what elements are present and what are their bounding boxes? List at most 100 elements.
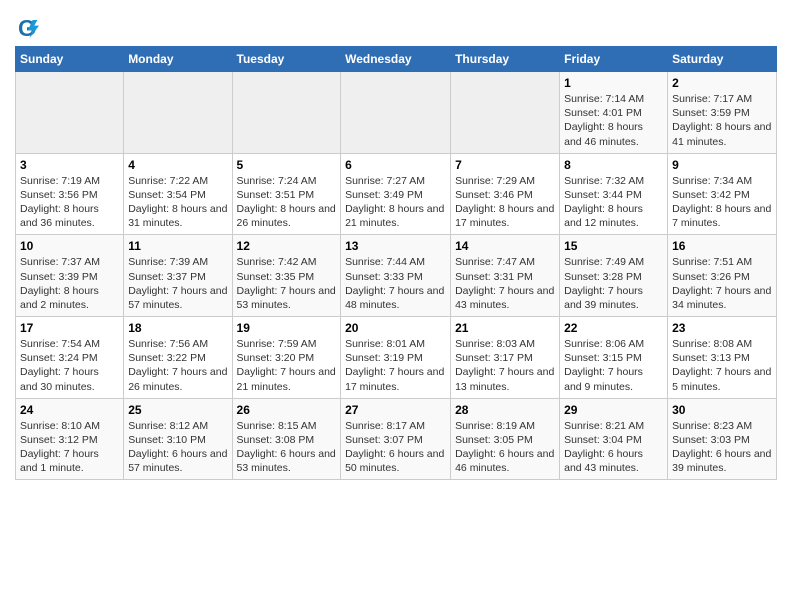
day-cell: 9 Sunrise: 7:34 AM Sunset: 3:42 PM Daylig… (668, 153, 777, 235)
week-row-3: 10 Sunrise: 7:37 AM Sunset: 3:39 PM Dayli… (16, 235, 777, 317)
weekday-header-thursday: Thursday (451, 47, 560, 72)
day-info: Sunrise: 7:14 AM Sunset: 4:01 PM Dayligh… (564, 92, 663, 149)
day-number: 28 (455, 403, 555, 417)
day-cell: 24 Sunrise: 8:10 AM Sunset: 3:12 PM Dayli… (16, 398, 124, 480)
day-number: 30 (672, 403, 772, 417)
day-info: Sunrise: 7:44 AM Sunset: 3:33 PM Dayligh… (345, 255, 446, 312)
weekday-header-monday: Monday (124, 47, 232, 72)
day-number: 16 (672, 239, 772, 253)
day-cell (124, 72, 232, 154)
day-cell: 26 Sunrise: 8:15 AM Sunset: 3:08 PM Dayli… (232, 398, 341, 480)
day-info: Sunrise: 8:15 AM Sunset: 3:08 PM Dayligh… (237, 419, 337, 476)
day-info: Sunrise: 7:47 AM Sunset: 3:31 PM Dayligh… (455, 255, 555, 312)
day-cell (232, 72, 341, 154)
day-cell: 1 Sunrise: 7:14 AM Sunset: 4:01 PM Daylig… (560, 72, 668, 154)
day-info: Sunrise: 7:42 AM Sunset: 3:35 PM Dayligh… (237, 255, 337, 312)
day-cell (341, 72, 451, 154)
day-number: 19 (237, 321, 337, 335)
day-info: Sunrise: 8:19 AM Sunset: 3:05 PM Dayligh… (455, 419, 555, 476)
weekday-header-sunday: Sunday (16, 47, 124, 72)
day-info: Sunrise: 7:59 AM Sunset: 3:20 PM Dayligh… (237, 337, 337, 394)
day-number: 9 (672, 158, 772, 172)
day-number: 26 (237, 403, 337, 417)
week-row-1: 1 Sunrise: 7:14 AM Sunset: 4:01 PM Daylig… (16, 72, 777, 154)
day-info: Sunrise: 8:10 AM Sunset: 3:12 PM Dayligh… (20, 419, 119, 476)
day-info: Sunrise: 7:19 AM Sunset: 3:56 PM Dayligh… (20, 174, 119, 231)
day-info: Sunrise: 8:06 AM Sunset: 3:15 PM Dayligh… (564, 337, 663, 394)
day-cell: 14 Sunrise: 7:47 AM Sunset: 3:31 PM Dayli… (451, 235, 560, 317)
day-number: 18 (128, 321, 227, 335)
day-cell: 18 Sunrise: 7:56 AM Sunset: 3:22 PM Dayli… (124, 317, 232, 399)
day-cell: 16 Sunrise: 7:51 AM Sunset: 3:26 PM Dayli… (668, 235, 777, 317)
header (15, 10, 777, 40)
day-info: Sunrise: 8:17 AM Sunset: 3:07 PM Dayligh… (345, 419, 446, 476)
day-number: 8 (564, 158, 663, 172)
day-info: Sunrise: 7:37 AM Sunset: 3:39 PM Dayligh… (20, 255, 119, 312)
logo (15, 16, 41, 40)
day-number: 12 (237, 239, 337, 253)
day-info: Sunrise: 7:54 AM Sunset: 3:24 PM Dayligh… (20, 337, 119, 394)
day-number: 22 (564, 321, 663, 335)
day-cell: 2 Sunrise: 7:17 AM Sunset: 3:59 PM Daylig… (668, 72, 777, 154)
day-info: Sunrise: 8:12 AM Sunset: 3:10 PM Dayligh… (128, 419, 227, 476)
day-cell (451, 72, 560, 154)
day-number: 24 (20, 403, 119, 417)
day-cell: 10 Sunrise: 7:37 AM Sunset: 3:39 PM Dayli… (16, 235, 124, 317)
day-cell: 22 Sunrise: 8:06 AM Sunset: 3:15 PM Dayli… (560, 317, 668, 399)
day-number: 4 (128, 158, 227, 172)
day-number: 29 (564, 403, 663, 417)
day-number: 5 (237, 158, 337, 172)
day-number: 2 (672, 76, 772, 90)
day-info: Sunrise: 7:49 AM Sunset: 3:28 PM Dayligh… (564, 255, 663, 312)
day-info: Sunrise: 7:39 AM Sunset: 3:37 PM Dayligh… (128, 255, 227, 312)
day-info: Sunrise: 7:24 AM Sunset: 3:51 PM Dayligh… (237, 174, 337, 231)
day-number: 23 (672, 321, 772, 335)
day-info: Sunrise: 7:56 AM Sunset: 3:22 PM Dayligh… (128, 337, 227, 394)
weekday-header-row: SundayMondayTuesdayWednesdayThursdayFrid… (16, 47, 777, 72)
weekday-header-saturday: Saturday (668, 47, 777, 72)
day-cell: 6Sunrise: 7:27 AM Sunset: 3:49 PM Daylig… (341, 153, 451, 235)
day-info: Sunrise: 8:08 AM Sunset: 3:13 PM Dayligh… (672, 337, 772, 394)
day-number: 27 (345, 403, 446, 417)
day-info: Sunrise: 7:34 AM Sunset: 3:42 PM Dayligh… (672, 174, 772, 231)
day-number: 10 (20, 239, 119, 253)
day-cell: 8Sunrise: 7:32 AM Sunset: 3:44 PM Daylig… (560, 153, 668, 235)
day-info: Sunrise: 7:29 AM Sunset: 3:46 PM Dayligh… (455, 174, 555, 231)
day-info: Sunrise: 7:51 AM Sunset: 3:26 PM Dayligh… (672, 255, 772, 312)
day-cell: 11 Sunrise: 7:39 AM Sunset: 3:37 PM Dayli… (124, 235, 232, 317)
weekday-header-friday: Friday (560, 47, 668, 72)
day-number: 1 (564, 76, 663, 90)
day-cell (16, 72, 124, 154)
day-number: 3 (20, 158, 119, 172)
day-number: 11 (128, 239, 227, 253)
day-cell: 17Sunrise: 7:54 AM Sunset: 3:24 PM Dayli… (16, 317, 124, 399)
day-number: 13 (345, 239, 446, 253)
day-cell: 13 Sunrise: 7:44 AM Sunset: 3:33 PM Dayli… (341, 235, 451, 317)
logo-icon (15, 16, 39, 40)
day-number: 15 (564, 239, 663, 253)
week-row-5: 24 Sunrise: 8:10 AM Sunset: 3:12 PM Dayli… (16, 398, 777, 480)
day-number: 25 (128, 403, 227, 417)
day-cell: 19 Sunrise: 7:59 AM Sunset: 3:20 PM Dayli… (232, 317, 341, 399)
day-cell: 25 Sunrise: 8:12 AM Sunset: 3:10 PM Dayli… (124, 398, 232, 480)
day-info: Sunrise: 8:01 AM Sunset: 3:19 PM Dayligh… (345, 337, 446, 394)
weekday-header-tuesday: Tuesday (232, 47, 341, 72)
day-info: Sunrise: 7:17 AM Sunset: 3:59 PM Dayligh… (672, 92, 772, 149)
day-cell: 7 Sunrise: 7:29 AM Sunset: 3:46 PM Daylig… (451, 153, 560, 235)
day-cell: 28 Sunrise: 8:19 AM Sunset: 3:05 PM Dayli… (451, 398, 560, 480)
day-number: 14 (455, 239, 555, 253)
calendar-table: SundayMondayTuesdayWednesdayThursdayFrid… (15, 46, 777, 480)
day-cell: 30Sunrise: 8:23 AM Sunset: 3:03 PM Dayli… (668, 398, 777, 480)
day-cell: 23 Sunrise: 8:08 AM Sunset: 3:13 PM Dayli… (668, 317, 777, 399)
day-cell: 15 Sunrise: 7:49 AM Sunset: 3:28 PM Dayli… (560, 235, 668, 317)
day-info: Sunrise: 8:21 AM Sunset: 3:04 PM Dayligh… (564, 419, 663, 476)
day-cell: 20 Sunrise: 8:01 AM Sunset: 3:19 PM Dayli… (341, 317, 451, 399)
day-number: 20 (345, 321, 446, 335)
day-number: 7 (455, 158, 555, 172)
day-info: Sunrise: 8:03 AM Sunset: 3:17 PM Dayligh… (455, 337, 555, 394)
day-cell: 4Sunrise: 7:22 AM Sunset: 3:54 PM Daylig… (124, 153, 232, 235)
day-number: 6 (345, 158, 446, 172)
day-cell: 3 Sunrise: 7:19 AM Sunset: 3:56 PM Daylig… (16, 153, 124, 235)
weekday-header-wednesday: Wednesday (341, 47, 451, 72)
day-cell: 5 Sunrise: 7:24 AM Sunset: 3:51 PM Daylig… (232, 153, 341, 235)
